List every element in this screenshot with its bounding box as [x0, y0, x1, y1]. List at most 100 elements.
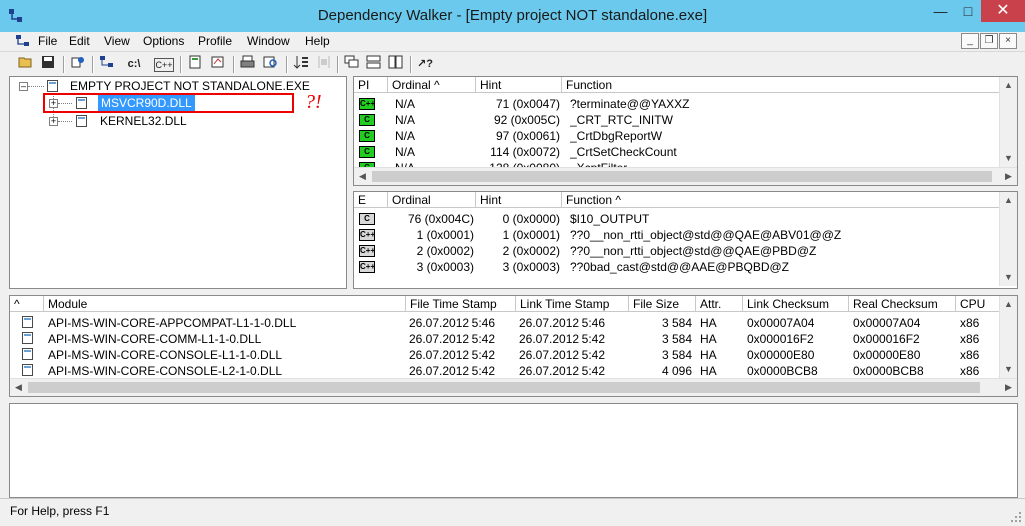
- log-panel[interactable]: [9, 403, 1018, 498]
- module-list-panel[interactable]: ^ Module File Time Stamp Link Time Stamp…: [9, 295, 1018, 397]
- scroll-left-icon[interactable]: ◀: [354, 168, 371, 185]
- open-folder-icon[interactable]: [16, 55, 36, 73]
- modules-vertical-scrollbar[interactable]: ▲ ▼: [999, 296, 1017, 378]
- cpp-undecorate-icon[interactable]: C++: [154, 58, 174, 72]
- module-cell: API-MS-WIN-CORE-APPCOMPAT-L1-1-0.DLL: [48, 316, 297, 330]
- sort-icon[interactable]: [291, 55, 311, 73]
- col-link-checksum[interactable]: Link Checksum: [743, 296, 849, 312]
- col-cpu[interactable]: CPU: [956, 296, 1000, 312]
- function-cell: ??0bad_cast@std@@AAE@PBQBD@Z: [570, 260, 789, 274]
- exports-vertical-scrollbar[interactable]: ▲ ▼: [999, 192, 1017, 286]
- attr-cell: HA: [700, 348, 717, 362]
- module-list-icon[interactable]: [186, 55, 206, 73]
- function-cell: _CrtSetCheckCount: [570, 145, 677, 159]
- menu-profile[interactable]: Profile: [198, 34, 232, 48]
- tile-horizontal-icon[interactable]: [364, 55, 384, 73]
- menu-options[interactable]: Options: [143, 34, 184, 48]
- ordinal-cell: N/A: [395, 145, 416, 159]
- toolbar: c:\ C++ ↗?: [0, 51, 1025, 77]
- scroll-left-icon[interactable]: ◀: [10, 379, 27, 396]
- scroll-down-icon[interactable]: ▼: [1000, 269, 1017, 286]
- file-date-cell: 26.07.2012: [409, 316, 470, 330]
- link-date-cell: 26.07.2012: [519, 316, 580, 330]
- help-icon[interactable]: ↗?: [415, 55, 435, 73]
- scroll-up-icon[interactable]: ▲: [1000, 77, 1017, 94]
- cpu-cell: x86: [960, 316, 980, 330]
- status-bar: For Help, press F1: [0, 498, 1025, 526]
- collapse-icon[interactable]: –: [19, 82, 28, 91]
- real-checksum-cell: 0x0000BCB8: [853, 364, 924, 378]
- c-path-icon[interactable]: c:\: [124, 55, 144, 73]
- col-file-size[interactable]: File Size: [629, 296, 696, 312]
- file-date-cell: 26.07.2012: [409, 364, 470, 378]
- configure-icon[interactable]: [314, 55, 334, 73]
- tree-root-exe[interactable]: EMPTY PROJECT NOT STANDALONE.EXE: [70, 78, 310, 94]
- maximize-button[interactable]: □: [955, 0, 981, 22]
- exports-panel[interactable]: E Ordinal Hint Function ^ C 76 (0x004C) …: [353, 191, 1018, 289]
- hint-cell: 2 (0x0002): [502, 244, 560, 258]
- link-time-cell: 5:46: [581, 316, 605, 330]
- module-tree-panel[interactable]: – EMPTY PROJECT NOT STANDALONE.EXE + MSV…: [9, 76, 347, 289]
- scroll-right-icon[interactable]: ▶: [1000, 168, 1017, 185]
- ordinal-cell: N/A: [395, 113, 416, 127]
- tree-item-kernel32[interactable]: KERNEL32.DLL: [100, 113, 187, 129]
- close-button[interactable]: ✕: [981, 0, 1025, 22]
- menu-file[interactable]: File: [38, 34, 57, 48]
- resize-grip-icon[interactable]: [1010, 511, 1022, 523]
- file-date-cell: 26.07.2012: [409, 348, 470, 362]
- scroll-thumb[interactable]: [28, 382, 980, 393]
- col-hint[interactable]: Hint: [476, 77, 562, 93]
- attr-cell: HA: [700, 316, 717, 330]
- parent-imports-panel[interactable]: PI Ordinal ^ Hint Function C++ N/A 71 (0…: [353, 76, 1018, 186]
- modules-horizontal-scrollbar[interactable]: ◀ ▶: [10, 378, 1017, 396]
- scroll-down-icon[interactable]: ▼: [1000, 361, 1017, 378]
- col-real-checksum[interactable]: Real Checksum: [849, 296, 956, 312]
- title-bar[interactable]: Dependency Walker - [Empty project NOT s…: [0, 0, 1025, 32]
- cascade-windows-icon[interactable]: [342, 55, 362, 73]
- col-link-time-stamp[interactable]: Link Time Stamp: [516, 296, 629, 312]
- print-icon[interactable]: [238, 55, 258, 73]
- col-sort[interactable]: ^: [10, 296, 44, 312]
- scroll-thumb[interactable]: [372, 171, 992, 182]
- find-icon[interactable]: [261, 55, 281, 73]
- cpu-cell: x86: [960, 348, 980, 362]
- function-cell: $I10_OUTPUT: [570, 212, 650, 226]
- minimize-button[interactable]: —: [926, 0, 955, 22]
- expand-icon[interactable]: +: [49, 117, 58, 126]
- copy-icon[interactable]: [68, 55, 88, 73]
- imports-vertical-scrollbar[interactable]: ▲ ▼: [999, 77, 1017, 167]
- file-size-cell: 4 096: [661, 364, 692, 378]
- scroll-up-icon[interactable]: ▲: [1000, 296, 1017, 313]
- col-e[interactable]: E: [354, 192, 388, 208]
- c-function-icon: C: [359, 130, 375, 142]
- tile-vertical-icon[interactable]: [386, 55, 406, 73]
- menu-window[interactable]: Window: [247, 34, 290, 48]
- mdi-close-button[interactable]: ×: [999, 33, 1017, 49]
- scroll-up-icon[interactable]: ▲: [1000, 192, 1017, 209]
- menu-help[interactable]: Help: [305, 34, 330, 48]
- scroll-down-icon[interactable]: ▼: [1000, 150, 1017, 167]
- col-pi[interactable]: PI: [354, 77, 388, 93]
- status-text: For Help, press F1: [10, 504, 110, 518]
- mdi-app-icon[interactable]: [15, 34, 31, 48]
- menu-edit[interactable]: Edit: [69, 34, 90, 48]
- col-ordinal[interactable]: Ordinal ^: [388, 77, 476, 93]
- properties-icon[interactable]: [208, 55, 228, 73]
- menu-view[interactable]: View: [104, 34, 130, 48]
- mdi-restore-button[interactable]: ❐: [980, 33, 998, 49]
- col-ordinal[interactable]: Ordinal: [388, 192, 476, 208]
- mdi-minimize-button[interactable]: _: [961, 33, 979, 49]
- col-function[interactable]: Function: [562, 77, 1000, 93]
- scroll-right-icon[interactable]: ▶: [1000, 379, 1017, 396]
- full-paths-icon[interactable]: [97, 55, 117, 73]
- ordinal-cell: 1 (0x0001): [416, 228, 474, 242]
- col-module[interactable]: Module: [44, 296, 406, 312]
- col-file-time-stamp[interactable]: File Time Stamp: [406, 296, 516, 312]
- annotation-mark: ?!: [305, 91, 322, 113]
- col-function[interactable]: Function ^: [562, 192, 1000, 208]
- imports-horizontal-scrollbar[interactable]: ◀ ▶: [354, 167, 1017, 185]
- col-attr[interactable]: Attr.: [696, 296, 743, 312]
- cpp-function-icon: C++: [359, 229, 376, 241]
- save-icon[interactable]: [38, 55, 58, 73]
- col-hint[interactable]: Hint: [476, 192, 562, 208]
